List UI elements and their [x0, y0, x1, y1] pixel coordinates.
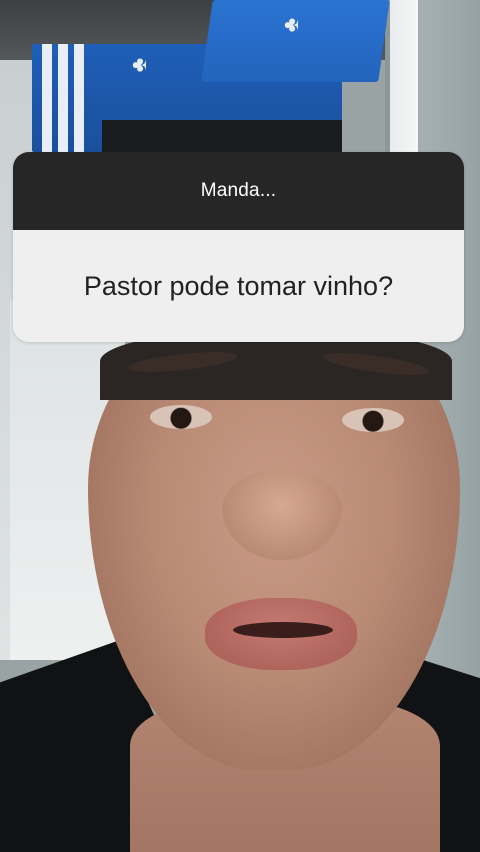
box-stripe: [42, 44, 52, 152]
sticker-header-text: Manda...: [200, 180, 277, 201]
sticker-body: Pastor pode tomar vinho?: [13, 230, 464, 342]
story-video-frame: ♣ ♣ Manda... Pastor pode tomar vinho?: [0, 0, 480, 852]
sticker-question-text: Pastor pode tomar vinho?: [83, 270, 394, 301]
shoebox-shadow: [102, 120, 342, 156]
sticker-header: Manda...: [13, 152, 464, 230]
box-stripe: [58, 44, 68, 152]
box-stripe: [74, 44, 84, 152]
trefoil-icon: ♣: [126, 57, 152, 73]
trefoil-icon: ♣: [278, 17, 304, 33]
mouth-opening: [233, 622, 333, 638]
shoebox-lid-logo: ♣: [278, 17, 304, 33]
shoebox-logo: ♣: [126, 57, 152, 73]
question-sticker[interactable]: Manda... Pastor pode tomar vinho?: [13, 152, 464, 342]
door-frame: [390, 0, 418, 160]
nose: [222, 470, 342, 560]
left-eye: [150, 405, 212, 429]
right-eye: [342, 408, 404, 432]
shoebox: ♣ ♣: [32, 0, 390, 156]
shoebox-lid: [201, 0, 390, 82]
